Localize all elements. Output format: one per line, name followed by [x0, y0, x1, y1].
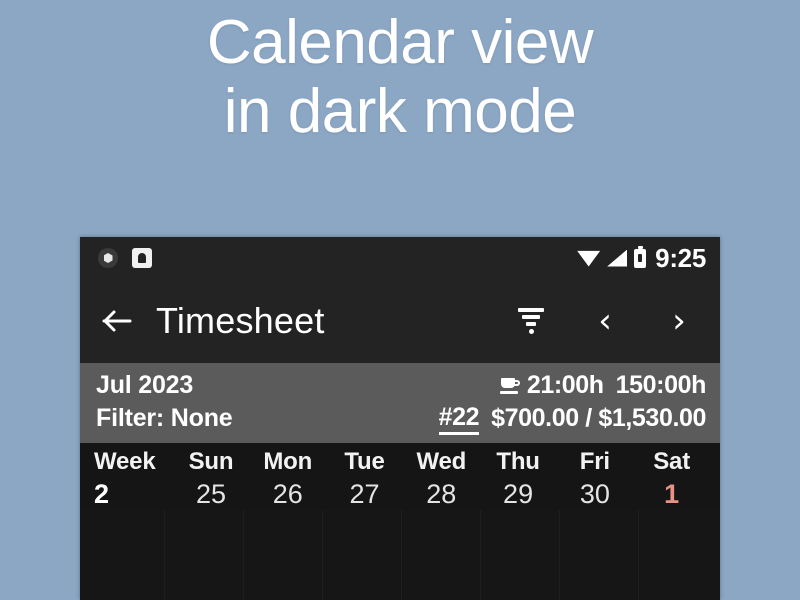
summary-bar: Jul 2023 21:00h 150:00h Filter: None #22…: [80, 363, 720, 443]
summary-earnings: #22 $700.00 / $1,530.00: [438, 403, 706, 435]
hours-worked-value: 21:00h: [526, 371, 604, 399]
calendar-week-number[interactable]: 2: [92, 476, 173, 510]
calendar-header-cell: Thu: [496, 448, 540, 475]
entry-count-badge: #22: [438, 403, 480, 435]
phone-screenshot: 9:25 Timesheet ‹ › Jul 2023 21:00h 150:0…: [80, 237, 720, 600]
calendar-header-cell: Mon: [263, 448, 313, 475]
wifi-icon: [577, 250, 601, 267]
calendar-day-cell[interactable]: 29: [480, 476, 557, 510]
calendar-day-cell[interactable]: 1: [633, 476, 710, 510]
calendar-day-cell[interactable]: 28: [403, 476, 480, 510]
notification-square-icon: [132, 248, 152, 268]
coffee-cup-icon: [499, 377, 521, 395]
status-bar-indicators: 9:25: [577, 243, 706, 274]
summary-row-filter: Filter: None #22 $700.00 / $1,530.00: [96, 402, 706, 435]
calendar-day-row: 2 25 26 27 28 29 30 1: [80, 476, 720, 510]
page-title-line-2: in dark mode: [223, 77, 577, 147]
calendar-header-cell: Week: [94, 448, 156, 475]
app-bar: Timesheet ‹ ›: [80, 279, 720, 363]
previous-period-button[interactable]: ‹: [588, 304, 622, 338]
notification-badge-icon: [98, 248, 118, 268]
page-title-line-1: Calendar view: [206, 8, 594, 77]
calendar-header-cell: Sat: [653, 448, 690, 475]
summary-row-month: Jul 2023 21:00h 150:00h: [96, 369, 706, 402]
calendar-day-cell[interactable]: 27: [326, 476, 403, 510]
filter-funnel-glyph: [518, 308, 544, 334]
filter-status-label[interactable]: Filter: None: [96, 404, 233, 433]
status-bar-notifications: [98, 248, 577, 268]
calendar-view: Week Sun Mon Tue Wed Thu Fri Sat 2 25 26…: [80, 443, 720, 600]
current-month-label[interactable]: Jul 2023: [96, 371, 193, 400]
calendar-header-cell: Fri: [579, 448, 610, 475]
battery-icon: [634, 246, 647, 268]
next-period-button[interactable]: ›: [662, 304, 696, 338]
page-title: Calendar view in dark mode: [0, 8, 800, 147]
calendar-header-cell: Tue: [344, 448, 385, 475]
app-bar-actions: ‹ ›: [514, 304, 702, 338]
calendar-header-cell: Wed: [416, 448, 467, 475]
cellular-signal-icon: [607, 249, 628, 267]
calendar-entries-area[interactable]: [80, 510, 720, 600]
calendar-day-cell[interactable]: 26: [249, 476, 326, 510]
calendar-day-cell[interactable]: 25: [173, 476, 250, 510]
filter-funnel-icon[interactable]: [514, 304, 548, 338]
calendar-header-cell: Sun: [188, 448, 234, 475]
calendar-header-row: Week Sun Mon Tue Wed Thu Fri Sat: [80, 443, 720, 476]
status-bar: 9:25: [80, 237, 720, 279]
hours-target-value: 150:00h: [615, 371, 707, 399]
calendar-day-cell[interactable]: 30: [556, 476, 633, 510]
poster-canvas: Calendar view in dark mode 9:25 Timeshee…: [0, 0, 800, 600]
app-bar-title: Timesheet: [156, 300, 325, 341]
status-bar-clock: 9:25: [655, 242, 706, 273]
back-arrow-icon[interactable]: [100, 304, 134, 338]
summary-hours: 21:00h 150:00h: [499, 371, 707, 400]
earnings-value: $700.00 / $1,530.00: [491, 404, 706, 432]
